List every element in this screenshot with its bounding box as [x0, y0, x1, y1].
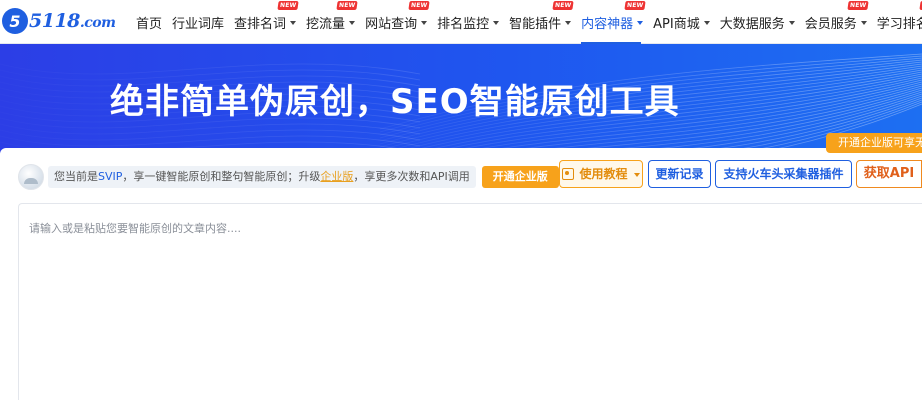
nav-item[interactable]: 网站查询 NEW [365, 0, 431, 44]
nav-item[interactable]: 会员服务 NEW [805, 0, 871, 44]
new-badge: NEW [408, 1, 430, 10]
new-badge: NEW [552, 1, 574, 10]
avatar[interactable] [18, 164, 44, 190]
nav-item-label: 智能插件 [509, 16, 562, 32]
article-input[interactable] [19, 204, 922, 400]
membership-level: SVIP [98, 170, 123, 183]
logo-text: 5118.com [29, 10, 116, 32]
nav-item-label: 首页 [136, 16, 163, 32]
get-api-button[interactable]: 获取API [856, 160, 922, 188]
nav-item-label: 网站查询 [365, 16, 418, 32]
tutorial-icon [562, 168, 575, 180]
chevron-down-icon [788, 21, 795, 25]
logo[interactable]: 5 5118.com [2, 6, 116, 36]
nav-item-label: 查排名词 [234, 16, 287, 32]
new-badge: NEW [624, 1, 646, 10]
enterprise-link[interactable]: 企业版 [320, 170, 353, 183]
membership-notice: 您当前是SVIP，享一键智能原创和整句智能原创；升级企业版，享更多次数和API调… [48, 166, 476, 188]
nav-item[interactable]: API商城 [653, 0, 714, 44]
chevron-down-icon [703, 21, 710, 25]
nav-item[interactable]: 查排名词 NEW [234, 0, 300, 44]
nav-item[interactable]: 大数据服务 [720, 0, 799, 44]
hero-title: 绝非简单伪原创，SEO智能原创工具 [110, 82, 680, 122]
new-badge: NEW [336, 1, 358, 10]
tutorial-label: 使用教程 [579, 167, 628, 181]
nav-item-label: 内容神器 [581, 16, 634, 32]
open-enterprise-button[interactable]: 开通企业版 [481, 166, 559, 188]
nav-item[interactable]: 首页 [136, 0, 166, 44]
nav-item[interactable]: 智能插件 NEW [509, 0, 575, 44]
nav-item-label: 挖流量 [306, 16, 346, 32]
nav-item-label: 行业词库 [172, 16, 225, 32]
nav-item-label: 会员服务 [804, 16, 857, 32]
nav-item-label: 大数据服务 [719, 16, 785, 32]
nav-item[interactable]: 排名监控 [437, 0, 503, 44]
new-badge: NEW [847, 1, 870, 10]
chevron-down-icon [290, 21, 297, 25]
nav-item-label: API商城 [653, 16, 700, 32]
chevron-down-icon [565, 21, 572, 25]
chevron-down-icon [637, 21, 644, 25]
chevron-down-icon [860, 21, 867, 25]
tutorial-dropdown-button[interactable]: 使用教程 [559, 160, 643, 188]
article-editor [18, 203, 922, 400]
chevron-down-icon [421, 21, 428, 25]
nav-item[interactable]: 内容神器 NEW [581, 0, 647, 44]
locomotive-plugin-button[interactable]: 支持火车头采集器插件 [715, 160, 852, 188]
hero-banner: 绝非简单伪原创，SEO智能原创工具 [0, 44, 922, 154]
chevron-down-icon [349, 21, 356, 25]
account-notice-bar: 您当前是SVIP，享一键智能原创和整句智能原创；升级企业版，享更多次数和API调… [18, 163, 559, 191]
enterprise-tip-bubble: 开通企业版可享无 [826, 133, 922, 153]
nav-item-label: 学习排名 [876, 16, 922, 32]
nav-item-label: 排名监控 [437, 16, 490, 32]
chevron-down-icon [633, 173, 640, 177]
nav-menu: 首页 行业词库 查排名词 NEW 挖流量 NEW 网站查询 NEW 排名监控 智能插件 NEW 内容神… [136, 0, 922, 44]
chevron-down-icon [493, 21, 500, 25]
logo-mark: 5 [2, 8, 28, 34]
update-log-button[interactable]: 更新记录 [648, 160, 711, 188]
nav-item[interactable]: 行业词库 [172, 0, 228, 44]
top-nav: 5 5118.com 首页 行业词库 查排名词 NEW 挖流量 NEW 网站查询 NEW 排名监… [0, 0, 922, 44]
nav-item[interactable]: 挖流量 NEW [306, 0, 359, 44]
nav-item[interactable]: 学习排名NEW [877, 0, 922, 44]
new-badge: NEW [277, 1, 299, 10]
